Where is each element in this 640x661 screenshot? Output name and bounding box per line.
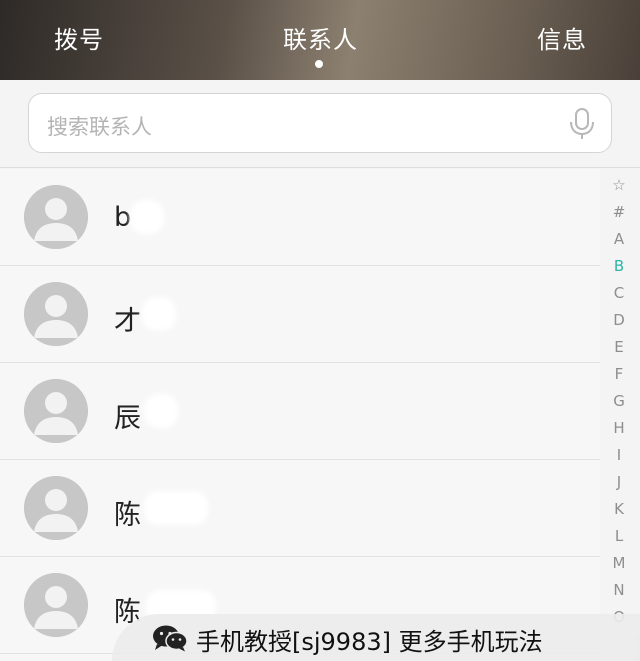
search-input[interactable]: 搜索联系人: [28, 93, 612, 153]
active-tab-indicator: [315, 60, 323, 68]
contact-list: b 才 辰 陈 陈: [0, 169, 600, 661]
alpha-index-h[interactable]: H: [604, 415, 634, 442]
avatar: [24, 573, 88, 637]
contact-row[interactable]: 陈: [0, 460, 600, 557]
privacy-blur: [144, 491, 208, 525]
privacy-blur: [130, 200, 164, 234]
tab-messages[interactable]: 信息: [537, 20, 587, 55]
alpha-index-m[interactable]: M: [604, 550, 634, 577]
contact-name: b: [114, 202, 132, 233]
alpha-index-a[interactable]: A: [604, 226, 634, 253]
search-bar-area: 搜索联系人: [0, 80, 640, 168]
contact-name: 陈: [114, 500, 141, 531]
avatar: [24, 185, 88, 249]
alphabet-index[interactable]: ☆ # A B C D E F G H I J K L M N O: [604, 172, 634, 661]
alpha-index-d[interactable]: D: [604, 307, 634, 334]
microphone-icon[interactable]: [567, 107, 597, 141]
top-tab-bar: 拨号 联系人 信息: [0, 0, 640, 80]
default-avatar-icon: [24, 476, 88, 540]
contact-row[interactable]: 辰: [0, 363, 600, 460]
search-placeholder: 搜索联系人: [47, 115, 152, 139]
wechat-icon: [153, 625, 188, 652]
watermark-text: 手机教授[sj9983] 更多手机玩法: [196, 628, 543, 656]
default-avatar-icon: [24, 282, 88, 346]
privacy-blur: [144, 394, 178, 428]
alpha-index-c[interactable]: C: [604, 280, 634, 307]
contact-row[interactable]: 才: [0, 266, 600, 363]
alpha-index-j[interactable]: J: [604, 469, 634, 496]
privacy-blur: [142, 297, 176, 331]
default-avatar-icon: [24, 185, 88, 249]
tab-dial[interactable]: 拨号: [54, 20, 104, 55]
alpha-index-g[interactable]: G: [604, 388, 634, 415]
watermark-banner: 手机教授[sj9983] 更多手机玩法: [112, 614, 640, 661]
avatar: [24, 476, 88, 540]
alpha-index-star[interactable]: ☆: [604, 172, 634, 199]
alpha-index-hash[interactable]: #: [604, 199, 634, 226]
alpha-index-k[interactable]: K: [604, 496, 634, 523]
contact-row[interactable]: b: [0, 169, 600, 266]
alpha-index-e[interactable]: E: [604, 334, 634, 361]
alpha-index-l[interactable]: L: [604, 523, 634, 550]
alpha-index-n[interactable]: N: [604, 577, 634, 604]
alpha-index-i[interactable]: I: [604, 442, 634, 469]
alpha-index-b[interactable]: B: [604, 253, 634, 280]
contact-name: 辰: [114, 403, 141, 434]
tab-contacts[interactable]: 联系人: [283, 20, 358, 55]
default-avatar-icon: [24, 379, 88, 443]
default-avatar-icon: [24, 573, 88, 637]
alpha-index-f[interactable]: F: [604, 361, 634, 388]
avatar: [24, 282, 88, 346]
avatar: [24, 379, 88, 443]
contact-name: 才: [114, 306, 141, 337]
